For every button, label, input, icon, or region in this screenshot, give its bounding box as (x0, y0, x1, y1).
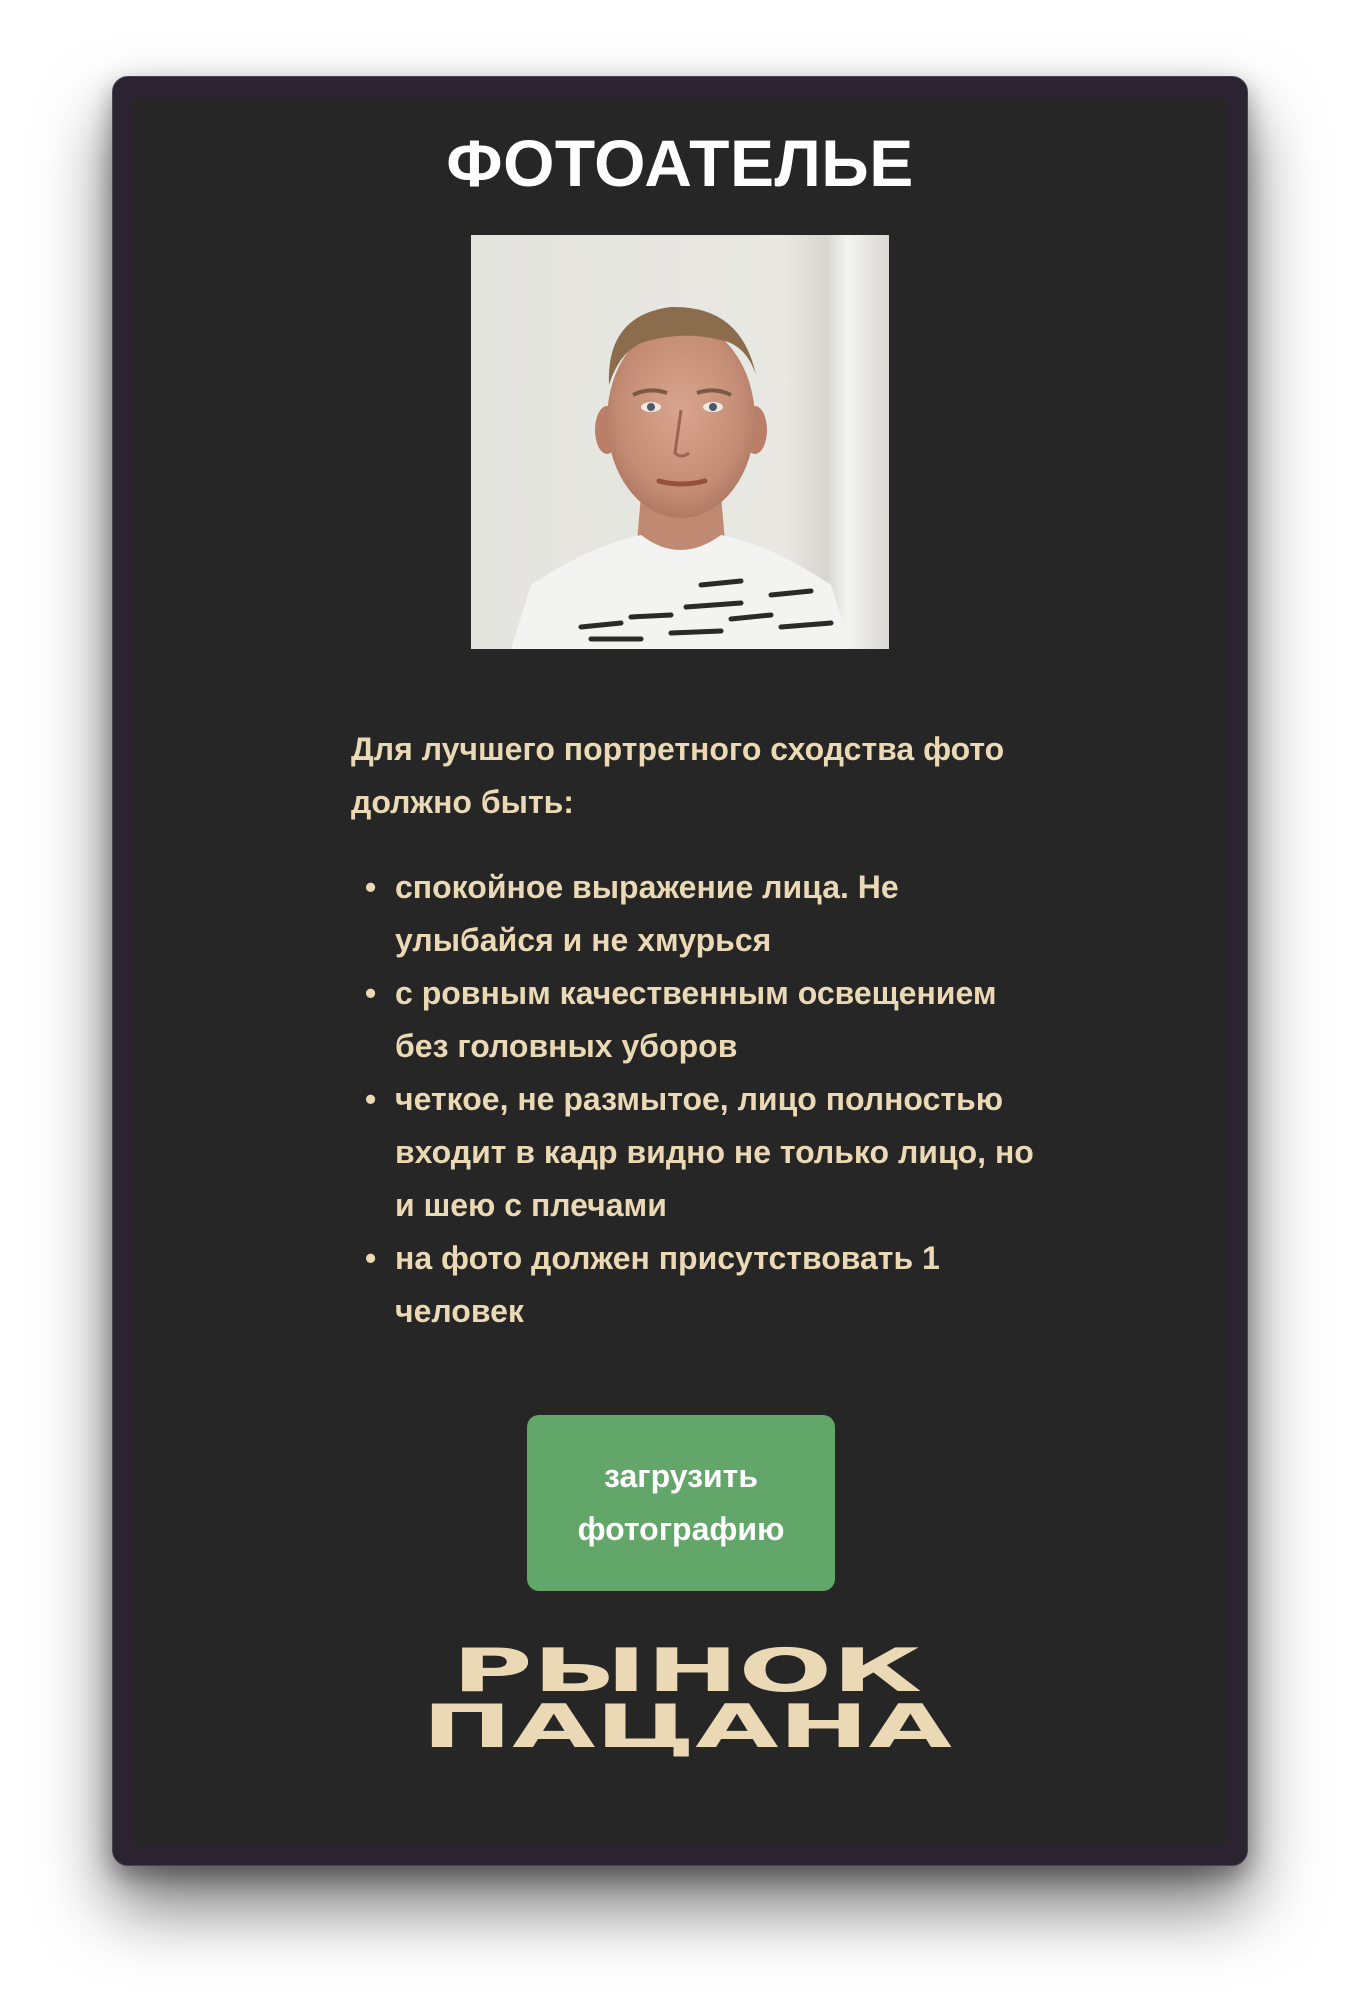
requirements-intro: Для лучшего портретного сходства фото до… (351, 731, 1005, 820)
list-item: • с ровным качественным освещением без го… (365, 967, 1051, 1073)
upload-button-label: загрузить фотографию (577, 1458, 785, 1547)
bullet-icon: • (365, 975, 377, 1011)
requirement-text: на фото должен присутствовать 1 человек (395, 1240, 940, 1329)
brand-logo: РЫНОК ПАЦАНА (417, 1636, 957, 1762)
list-item: • четкое, не размытое, лицо полностью вхо… (365, 1073, 1051, 1232)
uploaded-photo (471, 235, 889, 649)
logo-line-2: ПАЦАНА (422, 1692, 953, 1757)
requirement-text: спокойное выражение лица. Не улыбайся и … (395, 869, 899, 958)
requirements-list: • спокойное выражение лица. Не улыбайся и… (351, 861, 1051, 1338)
bullet-icon: • (365, 1081, 377, 1117)
page: ФОТОАТЕЛЬЕ Для лучшего портретного сходс… (0, 0, 1360, 2012)
requirement-text: четкое, не размытое, лицо полностью вход… (395, 1081, 1034, 1223)
page-title: ФОТОАТЕЛЬЕ (446, 126, 914, 200)
requirement-text: с ровным качественным освещением без гол… (395, 975, 997, 1064)
list-item: • спокойное выражение лица. Не улыбайся и… (365, 861, 1051, 967)
photo-requirements: Для лучшего портретного сходства фото до… (351, 723, 1051, 1338)
bullet-icon: • (365, 1240, 377, 1276)
bullet-icon: • (365, 869, 377, 905)
upload-photo-button[interactable]: загрузить фотографию (527, 1415, 835, 1591)
portrait-image (471, 235, 889, 649)
app-window: ФОТОАТЕЛЬЕ Для лучшего портретного сходс… (112, 76, 1248, 1866)
main-card: ФОТОАТЕЛЬЕ Для лучшего портретного сходс… (133, 97, 1227, 1845)
logo-wordmark: РЫНОК ПАЦАНА (422, 1636, 953, 1762)
list-item: • на фото должен присутствовать 1 человек (365, 1232, 1051, 1338)
